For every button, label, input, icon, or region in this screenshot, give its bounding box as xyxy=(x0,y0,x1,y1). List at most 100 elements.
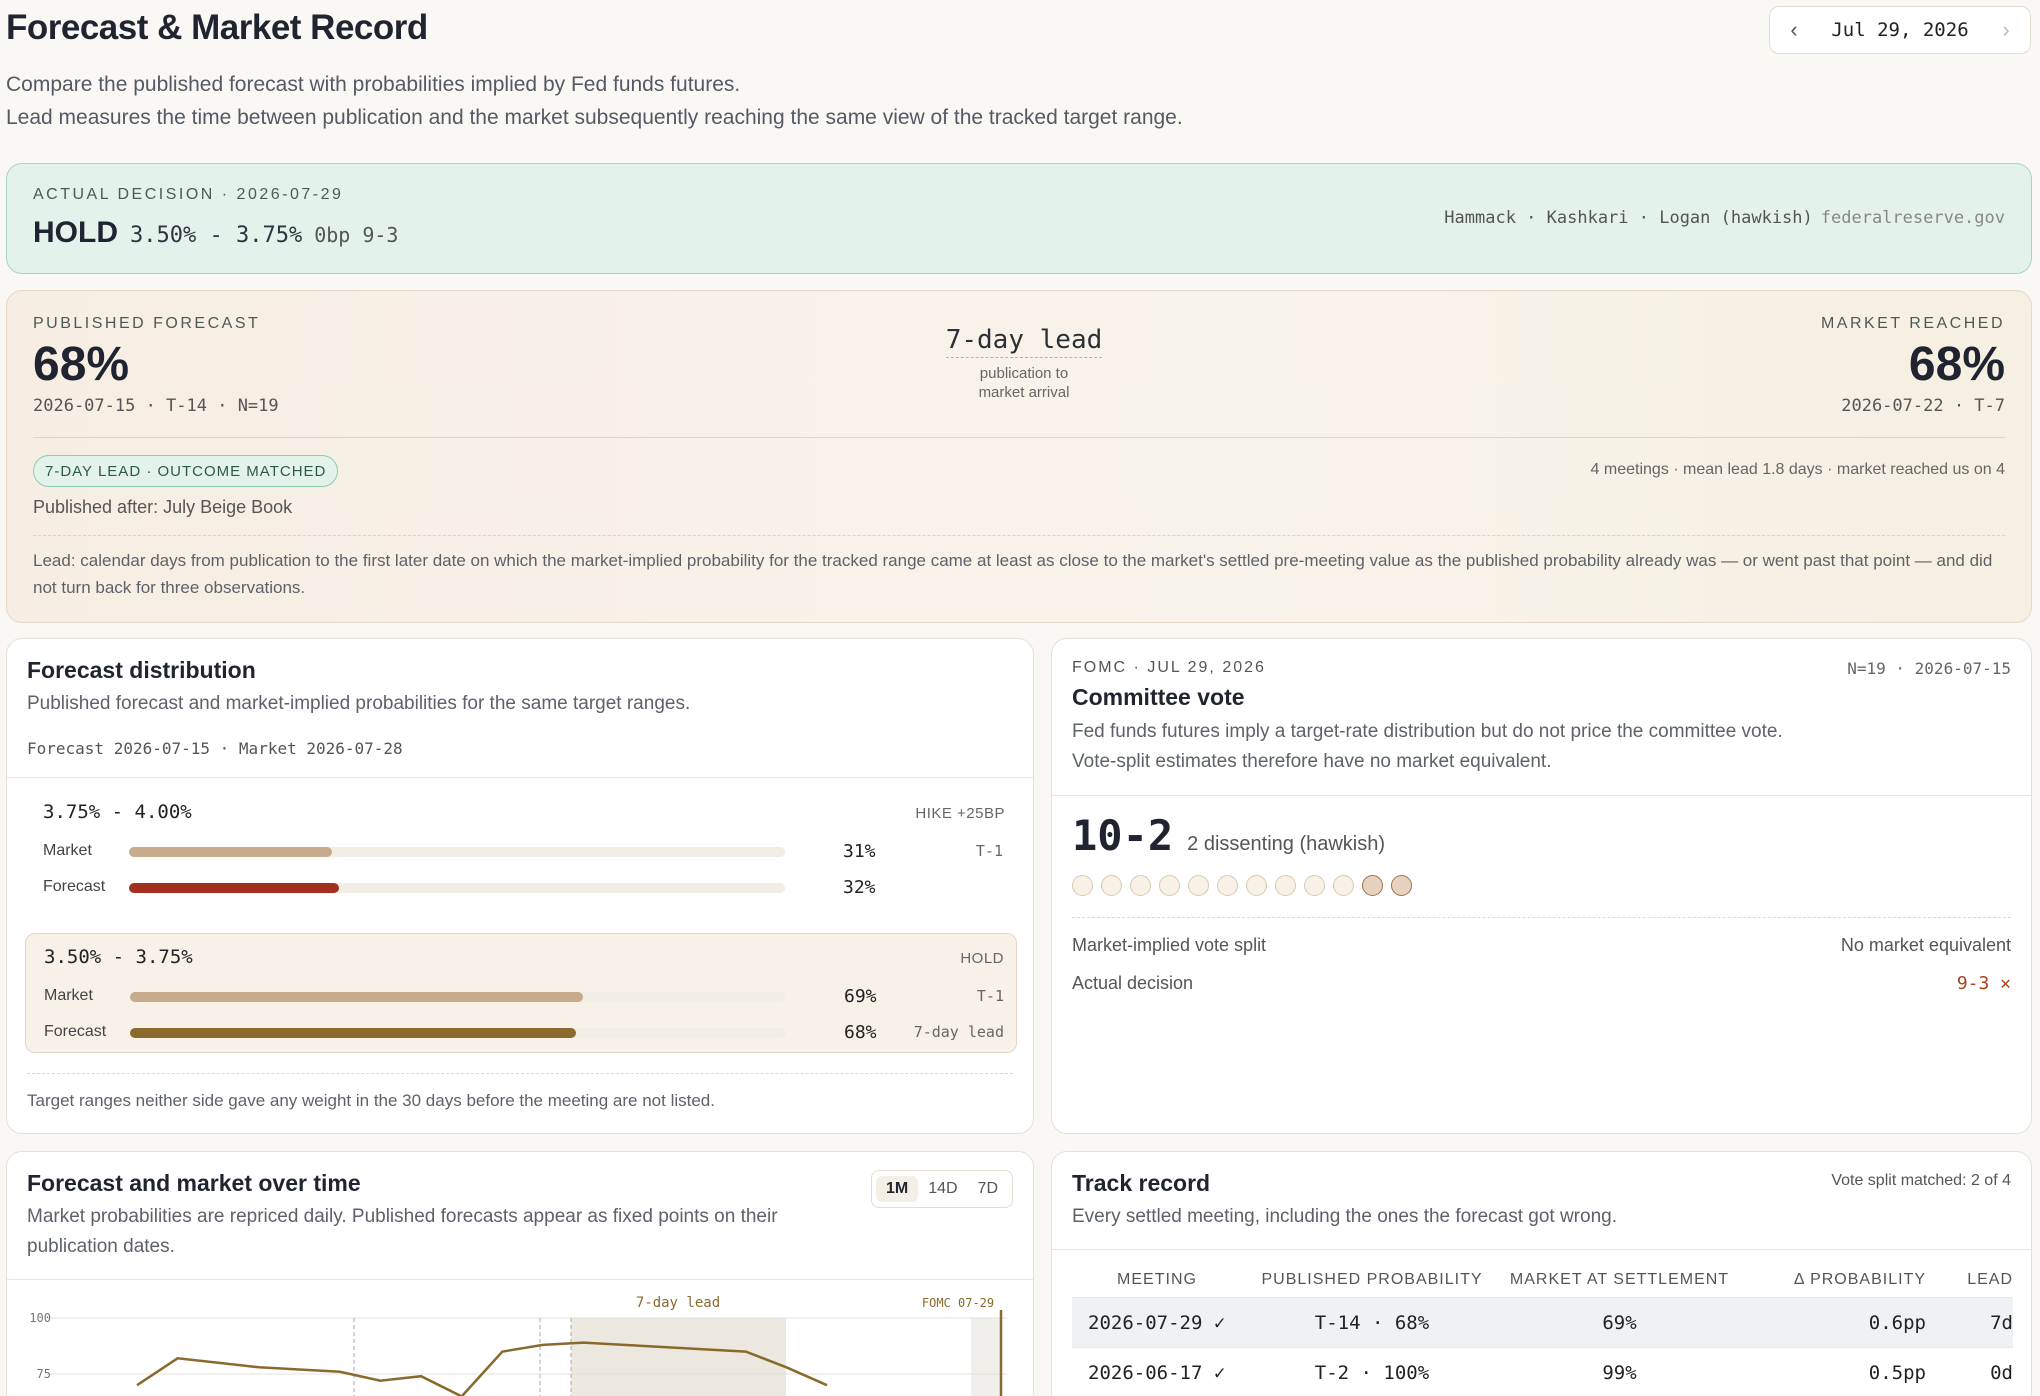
vote-value: 10-2 xyxy=(1072,811,1174,860)
market-row: Market 69% T-1 xyxy=(44,984,1004,1010)
market-reached-meta: 2026-07-22 · T-7 xyxy=(1841,396,2005,416)
vote-dot-dissent xyxy=(1391,875,1412,896)
track-record-card: Track record Every settled meeting, incl… xyxy=(1051,1151,2032,1396)
cell: 0d xyxy=(1990,1361,2013,1384)
lead-sub-line: market arrival xyxy=(978,384,1070,401)
range-option-14d[interactable]: 14D xyxy=(918,1176,967,1202)
col-header[interactable]: LEAD xyxy=(1942,1271,2013,1289)
table-row[interactable]: 2026-07-29 ✓ T-14 · 68% 69% 0.6pp 7d xyxy=(1072,1298,2013,1348)
cell: 2026-06-17 ✓ xyxy=(1088,1361,1226,1384)
row-value: 9-3 ✕ xyxy=(1956,973,2011,994)
progress-track xyxy=(129,847,785,857)
forecast-distribution-card: Forecast distribution Published forecast… xyxy=(6,638,1034,1134)
divider xyxy=(1072,917,2011,918)
progress-track xyxy=(130,1028,786,1038)
vote-dot xyxy=(1275,875,1296,896)
cell: T-14 · 68% xyxy=(1314,1311,1430,1334)
chevron-right-icon[interactable]: › xyxy=(1996,17,2016,43)
vote-dot xyxy=(1188,875,1209,896)
row-label: Market xyxy=(44,987,93,1004)
market-reached-label: MARKET REACHED xyxy=(1820,315,2005,332)
decision-range: 3.50% - 3.75% xyxy=(130,223,303,248)
forecast-pct: 32% xyxy=(843,877,876,898)
market-vote-row: Market-implied vote split No market equi… xyxy=(1072,935,2011,956)
col-header[interactable]: PUBLISHED PROBABILITY xyxy=(1242,1271,1502,1289)
committee-vote-card: FOMC · JUL 29, 2026 N=19 · 2026-07-15 Co… xyxy=(1051,638,2032,1134)
row-label: Forecast xyxy=(43,878,106,895)
range-name: 3.75% - 4.00% xyxy=(43,801,192,823)
range-selector[interactable]: 1M 14D 7D xyxy=(870,1170,1013,1208)
date-picker[interactable]: ‹ Jul 29, 2026 › xyxy=(1769,6,2031,54)
range-group-highlighted: 3.50% - 3.75% HOLD Market 69% T-1 Foreca… xyxy=(25,933,1017,1053)
y-tick-label: 75 xyxy=(37,1367,51,1381)
row-label: Market-implied vote split xyxy=(1072,935,1267,955)
card-title: Committee vote xyxy=(1072,684,1245,710)
col-header[interactable]: Δ PROBABILITY xyxy=(1737,1271,1942,1289)
source-link[interactable]: federalreserve.gov xyxy=(1821,208,2005,228)
market-aux: T-1 xyxy=(975,842,1003,860)
lead-sub-line: publication to xyxy=(979,365,1069,382)
chevron-left-icon[interactable]: ‹ xyxy=(1784,17,1804,43)
cell: T-2 · 100% xyxy=(1314,1361,1430,1384)
table-row[interactable]: 2026-06-17 ✓ T-2 · 100% 99% 0.5pp 0d xyxy=(1072,1348,2013,1396)
market-bar xyxy=(130,992,583,1002)
card-description: Published forecast and market-implied pr… xyxy=(27,693,691,714)
range-name: 3.50% - 3.75% xyxy=(44,946,193,968)
forecast-bar xyxy=(130,1028,577,1038)
market-bar xyxy=(129,847,333,857)
divider xyxy=(1052,1249,2031,1250)
lead-stats: 4 meetings · mean lead 1.8 days · market… xyxy=(1590,461,2005,478)
range-tag: HIKE +25BP xyxy=(915,805,1005,822)
published-after: Published after: July Beige Book xyxy=(33,497,293,517)
range-option-7d[interactable]: 7D xyxy=(968,1176,1008,1202)
card-title: Forecast distribution xyxy=(27,657,256,683)
card-title: Forecast and market over time xyxy=(27,1170,361,1196)
forecast-row: Forecast 68% 7-day lead xyxy=(44,1020,1004,1046)
published-forecast-panel: PUBLISHED FORECAST 68% 2026-07-15 · T-14… xyxy=(6,290,2032,623)
market-pct: 69% xyxy=(844,986,877,1007)
market-reached-value: 68% xyxy=(1908,338,2005,391)
row-value: No market equivalent xyxy=(1840,935,2011,955)
forecast-aux: 7-day lead xyxy=(913,1023,1004,1041)
range-group: 3.75% - 4.00% HIKE +25BP Market 31% T-1 … xyxy=(25,789,1017,909)
card-description: Every settled meeting, including the one… xyxy=(1072,1206,1617,1227)
lead-value: 7-day lead xyxy=(945,325,1103,358)
card-description: Fed funds futures imply a target-rate di… xyxy=(1072,721,1783,772)
table-header: MEETING PUBLISHED PROBABILITY MARKET AT … xyxy=(1072,1262,2013,1298)
vote-dot xyxy=(1333,875,1354,896)
market-pct: 31% xyxy=(843,841,876,862)
distribution-dates: Forecast 2026-07-15 · Market 2026-07-28 xyxy=(27,739,403,758)
cell: 0.5pp xyxy=(1868,1361,1926,1384)
over-time-chart: 100 75 7-day lead FOMC 07-29 xyxy=(29,1295,1007,1396)
current-date: Jul 29, 2026 xyxy=(1831,19,1969,41)
vote-dot xyxy=(1130,875,1151,896)
description-line: Lead measures the time between publicati… xyxy=(6,106,1183,129)
cell: 99% xyxy=(1602,1361,1637,1384)
col-header[interactable]: MARKET AT SETTLEMENT xyxy=(1502,1271,1737,1289)
lead-window xyxy=(571,1318,786,1396)
progress-track xyxy=(130,992,786,1002)
distribution-footnote: Target ranges neither side gave any weig… xyxy=(27,1091,715,1110)
row-label: Forecast xyxy=(44,1023,107,1040)
actual-decision-label: ACTUAL DECISION · 2026-07-29 xyxy=(33,186,344,203)
vote-dot xyxy=(1159,875,1180,896)
vote-dot-dissent xyxy=(1362,875,1383,896)
range-option-1m[interactable]: 1M xyxy=(875,1176,919,1202)
row-label: Market xyxy=(43,842,92,859)
cell: 69% xyxy=(1602,1311,1637,1334)
published-forecast-meta: 2026-07-15 · T-14 · N=19 xyxy=(33,396,279,416)
cell: 7d xyxy=(1990,1311,2013,1334)
divider xyxy=(33,437,2005,438)
vote-dots xyxy=(1072,875,1412,896)
divider xyxy=(7,777,1033,778)
card-kicker-right: N=19 · 2026-07-15 xyxy=(1847,659,2011,678)
vote-dot xyxy=(1246,875,1267,896)
lead-definition: Lead: calendar days from publication to … xyxy=(33,551,1993,597)
fomc-window xyxy=(971,1318,1001,1396)
market-row: Market 31% T-1 xyxy=(43,839,1003,865)
card-kicker: FOMC · JUL 29, 2026 xyxy=(1072,659,1266,676)
dissenters: Hammack · Kashkari · Logan (hawkish) fede… xyxy=(1444,208,2005,228)
col-header[interactable]: MEETING xyxy=(1072,1271,1242,1289)
vote-dot xyxy=(1072,875,1093,896)
published-forecast-value: 68% xyxy=(33,338,130,391)
